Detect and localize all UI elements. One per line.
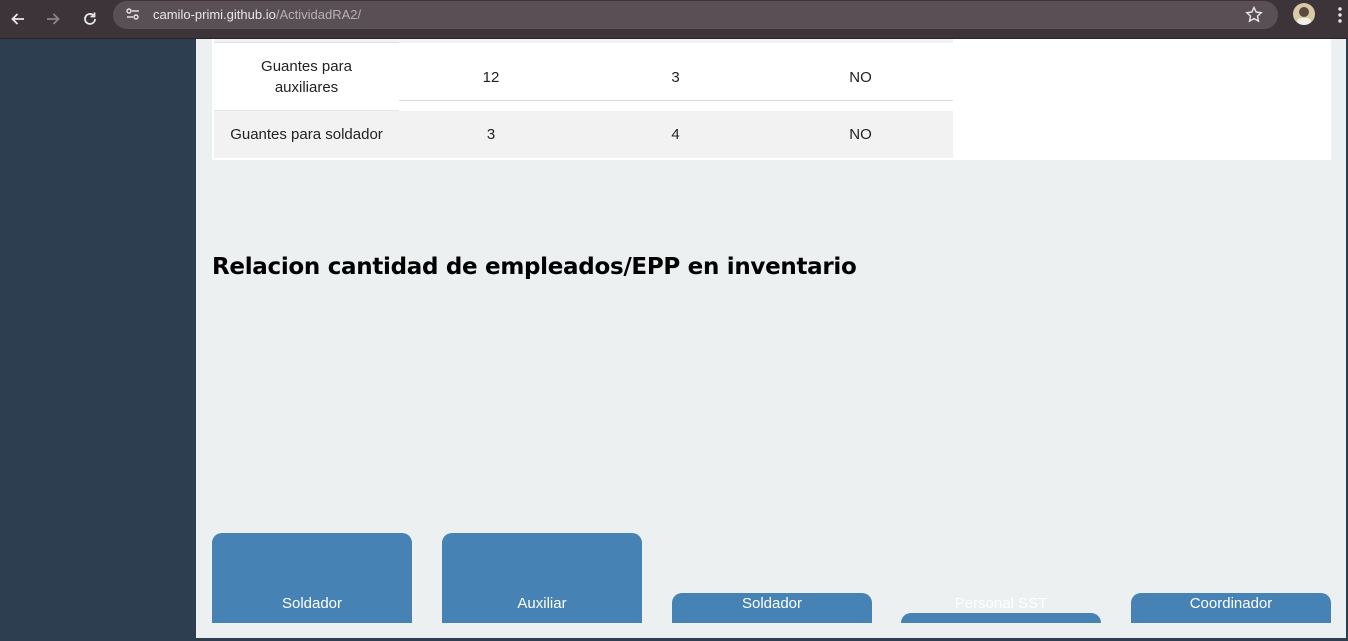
reload-icon	[84, 12, 96, 25]
forward-button[interactable]	[39, 5, 67, 33]
sidebar	[0, 39, 196, 641]
table-cell: 3	[486, 126, 496, 143]
chart-bar-label: Personal SST	[954, 595, 1048, 612]
table-cell: 4	[671, 126, 680, 143]
chart-bar-label: Auxiliar	[517, 595, 567, 612]
table-cell: NO	[849, 126, 872, 143]
url-text[interactable]: camilo-primi.github.io/ActividadRA2/	[153, 7, 361, 22]
table-cell-item: Guantes para soldador	[230, 126, 383, 143]
reload-button[interactable]	[76, 5, 104, 33]
bookmark-star-icon[interactable]	[1243, 4, 1265, 26]
table-cell: 3	[671, 68, 680, 86]
table-cell: 12	[482, 68, 500, 86]
section-title: Relacion cantidad de empleados/EPP en in…	[212, 254, 857, 280]
url-path: /ActividadRA2/	[275, 7, 362, 22]
browser-toolbar: camilo-primi.github.io/ActividadRA2/	[0, 0, 1348, 39]
profile-avatar[interactable]	[1293, 3, 1315, 25]
site-settings-icon[interactable]	[125, 6, 141, 22]
arrow-left-icon	[11, 13, 24, 25]
kebab-menu-icon[interactable]	[1331, 4, 1348, 26]
url-host: camilo-primi.github.io	[153, 7, 276, 22]
table-cell-item: Guantes para auxiliares	[261, 58, 352, 96]
chart-bar-label: Soldador	[281, 595, 343, 612]
chart-bar-label: Coordinador	[1189, 595, 1273, 612]
table-row: Guantes para auxiliares 12 3 NO	[214, 43, 953, 111]
arrow-right-icon	[47, 13, 60, 25]
avatar-icon	[1297, 7, 1311, 25]
table-row: Guantes para soldador 3 4 NO	[214, 111, 953, 158]
back-button[interactable]	[4, 5, 32, 33]
chart-bar-label: Soldador	[741, 595, 803, 612]
table-cell: NO	[849, 68, 872, 86]
chart-bar	[901, 613, 1101, 623]
